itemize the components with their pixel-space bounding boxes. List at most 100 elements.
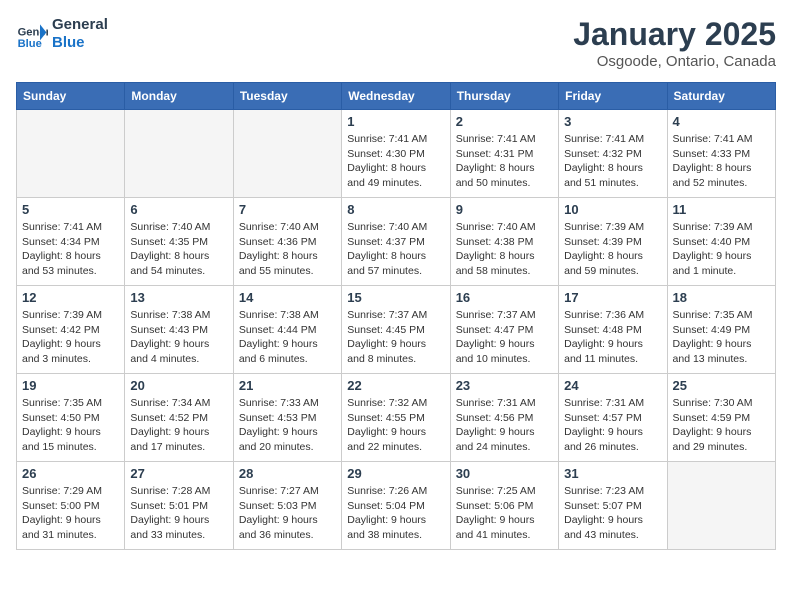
day-info: Sunrise: 7:33 AM Sunset: 4:53 PM Dayligh… — [239, 396, 336, 455]
day-info: Sunrise: 7:29 AM Sunset: 5:00 PM Dayligh… — [22, 484, 119, 543]
calendar-cell: 19 Sunrise: 7:35 AM Sunset: 4:50 PM Dayli… — [17, 374, 125, 462]
day-number: 9 — [456, 202, 553, 217]
logo-text-blue: Blue — [52, 34, 108, 52]
calendar-cell: 3Sunrise: 7:41 AM Sunset: 4:32 PM Daylig… — [559, 110, 667, 198]
day-info: Sunrise: 7:27 AM Sunset: 5:03 PM Dayligh… — [239, 484, 336, 543]
calendar-cell: 1 Sunrise: 7:41 AM Sunset: 4:30 PM Daylig… — [342, 110, 450, 198]
calendar-cell: 31Sunrise: 7:23 AM Sunset: 5:07 PM Dayli… — [559, 462, 667, 550]
day-number: 13 — [130, 290, 227, 305]
calendar-cell: 15Sunrise: 7:37 AM Sunset: 4:45 PM Dayli… — [342, 286, 450, 374]
calendar-table: SundayMondayTuesdayWednesdayThursdayFrid… — [16, 82, 776, 550]
day-info: Sunrise: 7:31 AM Sunset: 4:56 PM Dayligh… — [456, 396, 553, 455]
day-info: Sunrise: 7:40 AM Sunset: 4:36 PM Dayligh… — [239, 220, 336, 279]
weekday-header-saturday: Saturday — [667, 83, 775, 110]
day-info: Sunrise: 7:25 AM Sunset: 5:06 PM Dayligh… — [456, 484, 553, 543]
calendar-cell: 12 Sunrise: 7:39 AM Sunset: 4:42 PM Dayli… — [17, 286, 125, 374]
day-info: Sunrise: 7:39 AM Sunset: 4:39 PM Dayligh… — [564, 220, 661, 279]
calendar-cell: 2 Sunrise: 7:41 AM Sunset: 4:31 PM Daylig… — [450, 110, 558, 198]
day-number: 29 — [347, 466, 444, 481]
day-info: Sunrise: 7:28 AM Sunset: 5:01 PM Dayligh… — [130, 484, 227, 543]
day-number: 22 — [347, 378, 444, 393]
day-number: 1 — [347, 114, 444, 129]
weekday-header-monday: Monday — [125, 83, 233, 110]
calendar-cell: 17Sunrise: 7:36 AM Sunset: 4:48 PM Dayli… — [559, 286, 667, 374]
day-number: 26 — [22, 466, 119, 481]
weekday-header-thursday: Thursday — [450, 83, 558, 110]
logo-icon: General Blue — [16, 18, 48, 50]
day-number: 18 — [673, 290, 770, 305]
day-info: Sunrise: 7:41 AM Sunset: 4:31 PM Dayligh… — [456, 132, 553, 191]
day-number: 27 — [130, 466, 227, 481]
day-number: 15 — [347, 290, 444, 305]
day-number: 20 — [130, 378, 227, 393]
calendar-cell: 27 Sunrise: 7:28 AM Sunset: 5:01 PM Dayli… — [125, 462, 233, 550]
svg-text:Blue: Blue — [18, 38, 42, 50]
calendar-cell — [125, 110, 233, 198]
weekday-header-row: SundayMondayTuesdayWednesdayThursdayFrid… — [17, 83, 776, 110]
day-info: Sunrise: 7:40 AM Sunset: 4:37 PM Dayligh… — [347, 220, 444, 279]
week-row-1: 1 Sunrise: 7:41 AM Sunset: 4:30 PM Daylig… — [17, 110, 776, 198]
calendar-cell: 6Sunrise: 7:40 AM Sunset: 4:35 PM Daylig… — [125, 198, 233, 286]
calendar-cell: 18Sunrise: 7:35 AM Sunset: 4:49 PM Dayli… — [667, 286, 775, 374]
calendar-cell: 10 Sunrise: 7:39 AM Sunset: 4:39 PM Dayli… — [559, 198, 667, 286]
day-number: 30 — [456, 466, 553, 481]
day-number: 19 — [22, 378, 119, 393]
day-info: Sunrise: 7:41 AM Sunset: 4:30 PM Dayligh… — [347, 132, 444, 191]
title-block: January 2025 Osgoode, Ontario, Canada — [573, 16, 776, 70]
day-number: 2 — [456, 114, 553, 129]
day-number: 14 — [239, 290, 336, 305]
day-info: Sunrise: 7:38 AM Sunset: 4:43 PM Dayligh… — [130, 308, 227, 367]
calendar-header: SundayMondayTuesdayWednesdayThursdayFrid… — [17, 83, 776, 110]
calendar-body: 1 Sunrise: 7:41 AM Sunset: 4:30 PM Daylig… — [17, 110, 776, 550]
day-number: 12 — [22, 290, 119, 305]
day-number: 28 — [239, 466, 336, 481]
day-number: 10 — [564, 202, 661, 217]
calendar-cell: 16Sunrise: 7:37 AM Sunset: 4:47 PM Dayli… — [450, 286, 558, 374]
day-info: Sunrise: 7:39 AM Sunset: 4:42 PM Dayligh… — [22, 308, 119, 367]
week-row-4: 19 Sunrise: 7:35 AM Sunset: 4:50 PM Dayli… — [17, 374, 776, 462]
calendar-cell: 26 Sunrise: 7:29 AM Sunset: 5:00 PM Dayli… — [17, 462, 125, 550]
day-info: Sunrise: 7:26 AM Sunset: 5:04 PM Dayligh… — [347, 484, 444, 543]
calendar-cell: 4Sunrise: 7:41 AM Sunset: 4:33 PM Daylig… — [667, 110, 775, 198]
weekday-header-wednesday: Wednesday — [342, 83, 450, 110]
day-info: Sunrise: 7:38 AM Sunset: 4:44 PM Dayligh… — [239, 308, 336, 367]
weekday-header-friday: Friday — [559, 83, 667, 110]
day-info: Sunrise: 7:32 AM Sunset: 4:55 PM Dayligh… — [347, 396, 444, 455]
location: Osgoode, Ontario, Canada — [573, 53, 776, 70]
calendar-cell — [667, 462, 775, 550]
calendar-cell: 24Sunrise: 7:31 AM Sunset: 4:57 PM Dayli… — [559, 374, 667, 462]
calendar-cell: 13 Sunrise: 7:38 AM Sunset: 4:43 PM Dayli… — [125, 286, 233, 374]
calendar-cell: 23 Sunrise: 7:31 AM Sunset: 4:56 PM Dayli… — [450, 374, 558, 462]
calendar-cell: 28 Sunrise: 7:27 AM Sunset: 5:03 PM Dayli… — [233, 462, 341, 550]
day-number: 8 — [347, 202, 444, 217]
week-row-2: 5Sunrise: 7:41 AM Sunset: 4:34 PM Daylig… — [17, 198, 776, 286]
calendar-cell: 20Sunrise: 7:34 AM Sunset: 4:52 PM Dayli… — [125, 374, 233, 462]
week-row-3: 12 Sunrise: 7:39 AM Sunset: 4:42 PM Dayli… — [17, 286, 776, 374]
calendar-cell: 30 Sunrise: 7:25 AM Sunset: 5:06 PM Dayli… — [450, 462, 558, 550]
day-number: 17 — [564, 290, 661, 305]
day-info: Sunrise: 7:41 AM Sunset: 4:33 PM Dayligh… — [673, 132, 770, 191]
weekday-header-sunday: Sunday — [17, 83, 125, 110]
calendar-cell: 14 Sunrise: 7:38 AM Sunset: 4:44 PM Dayli… — [233, 286, 341, 374]
day-info: Sunrise: 7:41 AM Sunset: 4:32 PM Dayligh… — [564, 132, 661, 191]
logo-text-general: General — [52, 16, 108, 34]
day-info: Sunrise: 7:37 AM Sunset: 4:47 PM Dayligh… — [456, 308, 553, 367]
calendar-cell: 5Sunrise: 7:41 AM Sunset: 4:34 PM Daylig… — [17, 198, 125, 286]
day-number: 6 — [130, 202, 227, 217]
calendar-cell: 11Sunrise: 7:39 AM Sunset: 4:40 PM Dayli… — [667, 198, 775, 286]
day-info: Sunrise: 7:39 AM Sunset: 4:40 PM Dayligh… — [673, 220, 770, 279]
day-info: Sunrise: 7:23 AM Sunset: 5:07 PM Dayligh… — [564, 484, 661, 543]
logo: General Blue General Blue — [16, 16, 108, 52]
day-info: Sunrise: 7:40 AM Sunset: 4:38 PM Dayligh… — [456, 220, 553, 279]
calendar-cell: 7Sunrise: 7:40 AM Sunset: 4:36 PM Daylig… — [233, 198, 341, 286]
day-info: Sunrise: 7:30 AM Sunset: 4:59 PM Dayligh… — [673, 396, 770, 455]
calendar-cell: 21Sunrise: 7:33 AM Sunset: 4:53 PM Dayli… — [233, 374, 341, 462]
calendar-cell: 8 Sunrise: 7:40 AM Sunset: 4:37 PM Daylig… — [342, 198, 450, 286]
calendar-cell — [233, 110, 341, 198]
day-info: Sunrise: 7:35 AM Sunset: 4:50 PM Dayligh… — [22, 396, 119, 455]
day-number: 23 — [456, 378, 553, 393]
day-info: Sunrise: 7:41 AM Sunset: 4:34 PM Dayligh… — [22, 220, 119, 279]
page-header: General Blue General Blue January 2025 O… — [16, 16, 776, 70]
month-title: January 2025 — [573, 16, 776, 53]
weekday-header-tuesday: Tuesday — [233, 83, 341, 110]
